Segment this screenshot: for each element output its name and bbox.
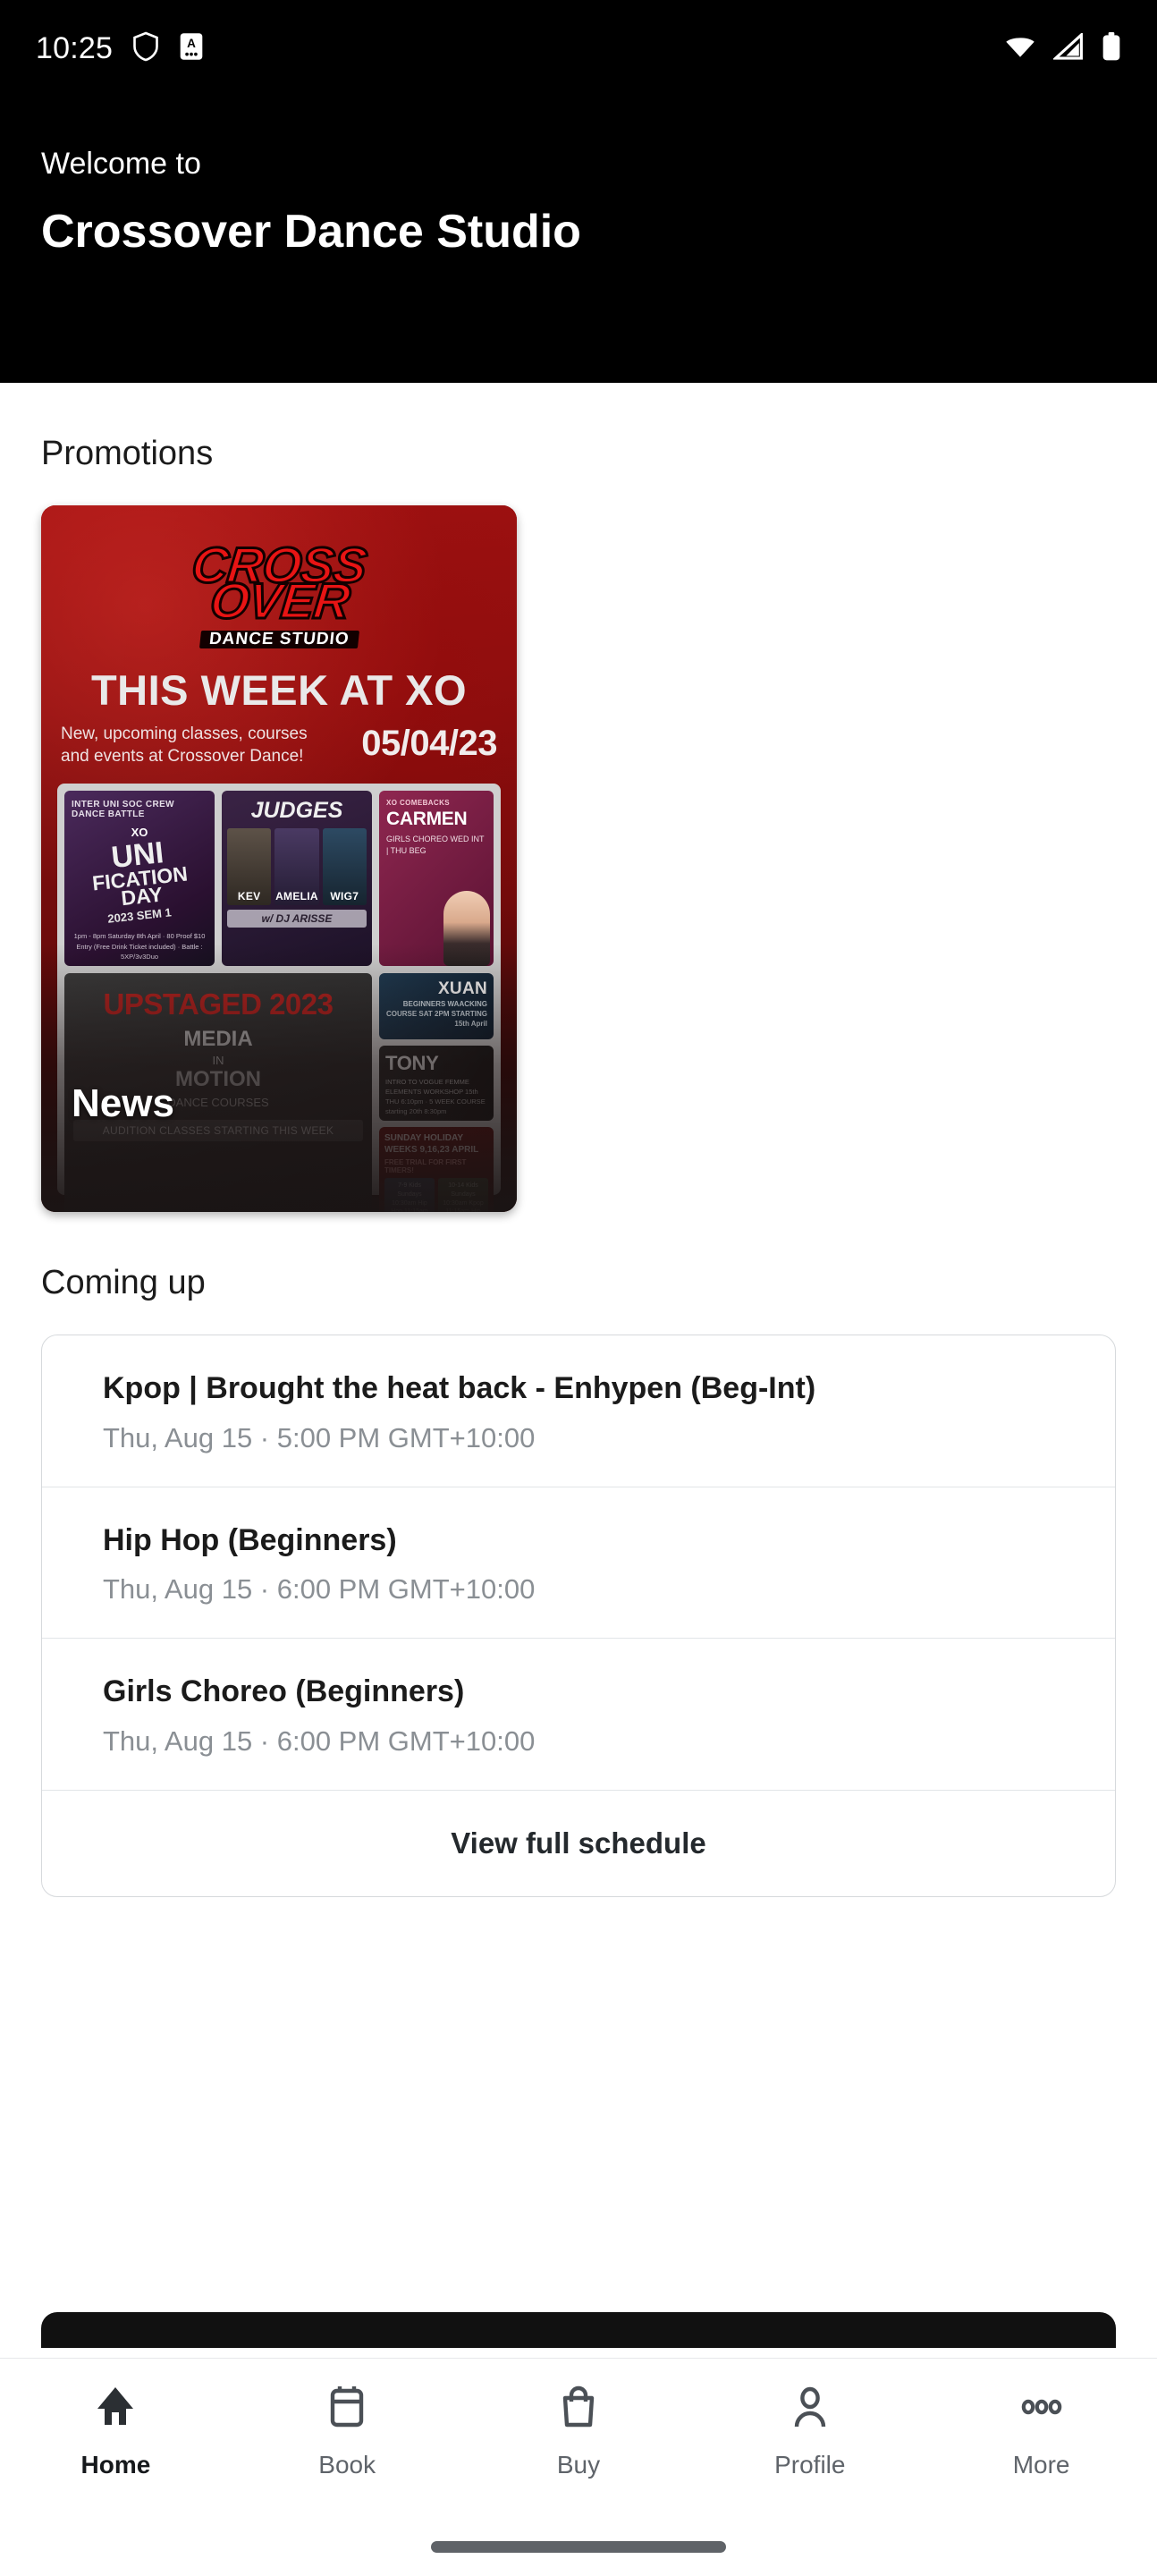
promo-subrow: New, upcoming classes, courses and event… — [57, 724, 501, 767]
coming-up-heading: Coming up — [41, 1264, 206, 1301]
status-bar-right — [1005, 30, 1121, 65]
judge-portrait: KEV — [227, 828, 272, 906]
status-bar-left: 10:25 A — [36, 31, 204, 66]
calendar-icon — [324, 2384, 370, 2435]
carmen-badge: XO COMEBACKS — [386, 799, 451, 808]
list-item[interactable]: Kpop | Brought the heat back - Enhypen (… — [42, 1335, 1115, 1487]
nav-item-profile[interactable]: Profile — [694, 2384, 925, 2479]
judge-name-3: WIG7 — [330, 890, 359, 903]
status-time: 10:25 — [36, 30, 114, 65]
class-title: Kpop | Brought the heat back - Enhypen (… — [103, 1371, 816, 1405]
nav-label-buy: Buy — [556, 2451, 601, 2479]
next-card-peek[interactable] — [41, 2312, 1116, 2348]
promotions-carousel: Cross Over DANCE STUDIO THIS WEEK AT XO … — [0, 505, 1157, 1212]
class-time: Thu, Aug 15 · 5:00 PM GMT+10:00 — [103, 1421, 536, 1453]
tile-carmen: XO COMEBACKS CARMEN GIRLS CHOREO WED INT… — [379, 791, 494, 967]
nav-item-more[interactable]: More — [925, 2384, 1157, 2479]
promo-subtitle: New, upcoming classes, courses and event… — [61, 724, 308, 766]
promo-overlay-label: News — [72, 1081, 174, 1125]
page-title: Crossover Dance Studio — [41, 205, 581, 258]
judge-portrait: WIG7 — [322, 828, 367, 906]
shield-icon — [132, 31, 159, 66]
nav-item-home[interactable]: Home — [0, 2384, 232, 2479]
status-bar: 10:25 A — [0, 0, 1157, 97]
cellular-signal-icon — [1051, 30, 1084, 64]
home-icon — [92, 2384, 139, 2435]
unification-title: UNI FICATION DAY — [69, 835, 211, 912]
class-time: Thu, Aug 15 · 6:00 PM GMT+10:00 — [103, 1724, 536, 1757]
app-notification-icon: A — [179, 32, 204, 65]
carmen-details: GIRLS CHOREO WED INT | THU BEG — [386, 835, 485, 856]
nav-item-book[interactable]: Book — [232, 2384, 463, 2479]
judge-name-2: AMELIA — [275, 890, 318, 903]
promo-tiles-top: INTER UNI SOC CREW DANCE BATTLE XO UNI F… — [64, 791, 494, 967]
judges-heading: JUDGES — [250, 798, 343, 824]
schedule-list: Kpop | Brought the heat back - Enhypen (… — [41, 1335, 1116, 1897]
promo-gradient-overlay — [41, 944, 517, 1212]
nav-label-more: More — [1012, 2451, 1070, 2479]
promotion-card-news[interactable]: Cross Over DANCE STUDIO THIS WEEK AT XO … — [41, 505, 517, 1212]
view-full-schedule-button[interactable]: View full schedule — [42, 1791, 1115, 1896]
nav-item-buy[interactable]: Buy — [463, 2384, 695, 2479]
main-content: Promotions Cross Over DANCE STUDIO THIS … — [0, 383, 1157, 2333]
tile-unification-day: INTER UNI SOC CREW DANCE BATTLE XO UNI F… — [64, 791, 215, 967]
logo-line-2: Over — [207, 571, 353, 630]
nav-label-book: Book — [318, 2451, 376, 2479]
carmen-name: CARMEN — [386, 809, 468, 830]
judge-name-1: KEV — [237, 890, 261, 903]
unification-kicker: INTER UNI SOC CREW DANCE BATTLE — [72, 800, 174, 820]
battery-icon — [1102, 31, 1121, 65]
gesture-navigation-bar[interactable] — [431, 2541, 726, 2553]
app-header: Welcome to Crossover Dance Studio — [0, 97, 1157, 383]
class-title: Girls Choreo (Beginners) — [103, 1674, 465, 1708]
svg-text:A: A — [187, 37, 196, 50]
logo-line-3: DANCE STUDIO — [198, 630, 359, 648]
judges-dj-label: w/ DJ ARISSE — [227, 910, 367, 928]
class-title: Hip Hop (Beginners) — [103, 1522, 397, 1557]
nav-label-profile: Profile — [774, 2451, 846, 2479]
promotions-heading: Promotions — [41, 435, 214, 472]
crossover-logo: Cross Over DANCE STUDIO — [57, 536, 501, 648]
wifi-icon — [1005, 34, 1035, 64]
shopping-bag-icon — [555, 2384, 602, 2435]
list-item[interactable]: Girls Choreo (Beginners) Thu, Aug 15 · 6… — [42, 1639, 1115, 1791]
welcome-label: Welcome to — [41, 147, 201, 181]
promo-date: 05/04/23 — [361, 724, 497, 764]
judge-portrait: AMELIA — [274, 828, 319, 906]
list-item[interactable]: Hip Hop (Beginners) Thu, Aug 15 · 6:00 P… — [42, 1487, 1115, 1639]
tile-judges: JUDGES KEV AMELIA WIG7 w/ DJ ARISSE — [222, 791, 372, 967]
class-time: Thu, Aug 15 · 6:00 PM GMT+10:00 — [103, 1573, 536, 1605]
person-icon — [787, 2384, 833, 2435]
promo-headline: THIS WEEK AT XO — [90, 666, 468, 715]
bottom-navigation: Home Book Buy Profile More — [0, 2358, 1157, 2519]
more-dots-icon — [1018, 2384, 1065, 2435]
judges-row: KEV AMELIA WIG7 — [227, 828, 367, 906]
nav-label-home: Home — [80, 2451, 151, 2479]
